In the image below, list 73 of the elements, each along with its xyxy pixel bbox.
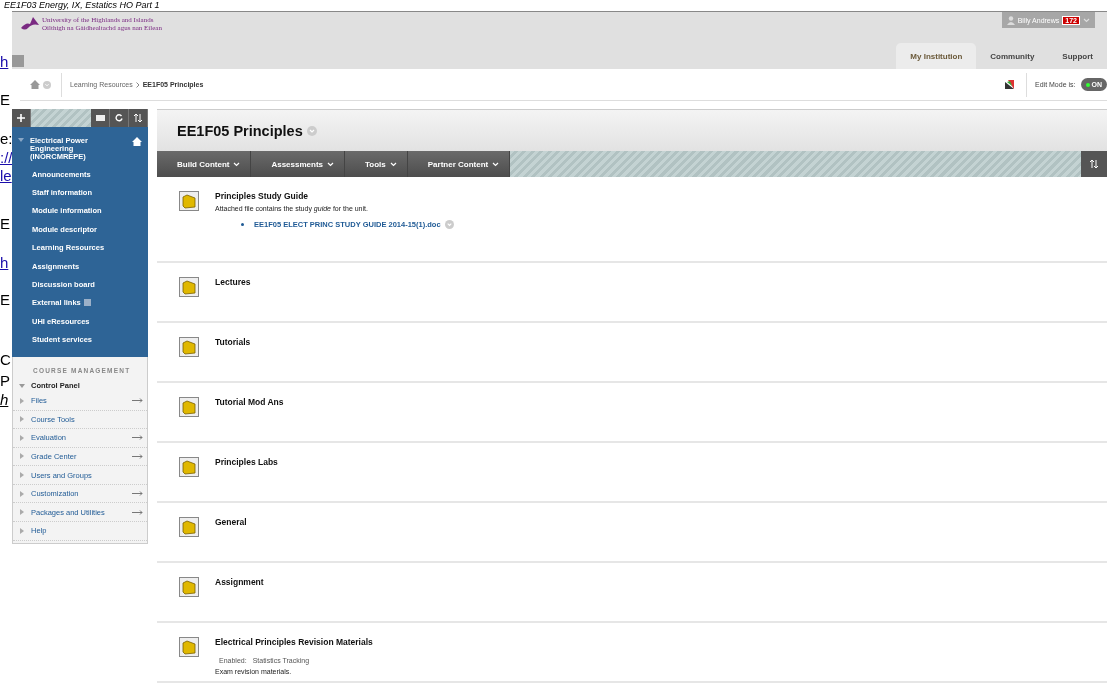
content-item-title[interactable]: Assignment	[215, 577, 264, 587]
chevron-down-icon	[1083, 17, 1090, 23]
arrow-right-icon[interactable]	[132, 509, 143, 515]
arrow-right-icon[interactable]	[132, 491, 143, 497]
content-item-title[interactable]: Principles Study Guide	[215, 191, 454, 201]
folder-icon	[179, 277, 199, 297]
options-icon[interactable]	[444, 220, 454, 229]
folder-icon	[179, 337, 199, 357]
chevron-down-icon	[492, 161, 500, 167]
external-link-icon	[83, 299, 91, 307]
palette-icon[interactable]	[1005, 80, 1015, 89]
folder-icon	[179, 191, 199, 211]
folder-icon	[179, 457, 199, 477]
expand-icon[interactable]	[19, 509, 25, 516]
refresh-icon	[115, 114, 123, 122]
content-item-title[interactable]: General	[215, 517, 247, 527]
document-text: P	[0, 373, 10, 389]
expand-icon[interactable]	[19, 472, 25, 479]
document-text: E	[0, 216, 10, 232]
user-icon	[1006, 15, 1015, 25]
folder-icon	[179, 397, 199, 417]
document-title: EE1F03 Energy, IX, Estatics HO Part 1	[4, 0, 160, 11]
nav-tab[interactable]: Community	[976, 43, 1049, 69]
options-icon[interactable]	[306, 125, 317, 136]
hatched-strip	[31, 109, 91, 127]
action-menu-button[interactable]: Assessments	[251, 151, 346, 177]
expand-icon[interactable]	[19, 434, 25, 441]
logo-icon	[20, 16, 40, 32]
plus-icon	[17, 114, 25, 122]
bullet-icon	[241, 223, 244, 226]
arrow-right-icon[interactable]	[132, 454, 143, 459]
document-link[interactable]: ://	[0, 150, 13, 166]
document-link[interactable]: h	[0, 54, 9, 70]
expand-icon[interactable]	[19, 527, 25, 534]
page-title: EE1F05 Principles	[177, 122, 303, 139]
document-text: C	[0, 352, 11, 368]
document-text: E	[0, 92, 10, 108]
nav-tab[interactable]: Support	[1048, 43, 1107, 69]
chevron-down-icon	[389, 161, 397, 167]
sort-icon	[134, 114, 142, 122]
content-item-title[interactable]: Tutorial Mod Ans	[215, 397, 284, 407]
expand-icon[interactable]	[19, 416, 25, 423]
content-item-title[interactable]: Electrical Principles Revision Materials	[215, 637, 373, 647]
folder-icon	[179, 577, 199, 597]
home-icon[interactable]	[30, 80, 40, 89]
chevron-down-icon	[327, 161, 335, 167]
document-text: e:	[0, 131, 13, 147]
document-text: h	[0, 392, 9, 408]
action-menu-button[interactable]: Tools	[345, 151, 408, 177]
breadcrumb-chevron-icon	[135, 81, 140, 88]
content-item-title[interactable]: Tutorials	[215, 337, 251, 347]
nav-tab[interactable]: My Institution	[896, 43, 977, 69]
document-text: E	[0, 292, 10, 308]
expand-icon[interactable]	[19, 490, 25, 497]
content-item-title[interactable]: Lectures	[215, 277, 251, 287]
action-menu-button[interactable]: Build Content	[157, 151, 252, 177]
folder-icon	[179, 637, 199, 657]
folder-icon	[179, 517, 199, 537]
arrow-right-icon[interactable]	[132, 398, 143, 404]
expand-icon[interactable]	[19, 397, 25, 404]
expand-icon[interactable]	[19, 453, 25, 460]
window-icon	[95, 114, 105, 122]
document-link[interactable]: h	[0, 255, 9, 271]
options-icon[interactable]	[43, 80, 51, 89]
collapse-icon[interactable]	[19, 382, 25, 389]
document-link[interactable]: le	[0, 168, 12, 184]
sort-icon	[1090, 160, 1098, 169]
chevron-down-icon	[233, 161, 241, 167]
action-menu-button[interactable]: Partner Content	[407, 151, 511, 177]
collapse-icon[interactable]	[18, 137, 24, 143]
arrow-right-icon[interactable]	[132, 435, 143, 441]
home-icon[interactable]	[132, 137, 142, 146]
content-item-title[interactable]: Principles Labs	[215, 457, 278, 467]
